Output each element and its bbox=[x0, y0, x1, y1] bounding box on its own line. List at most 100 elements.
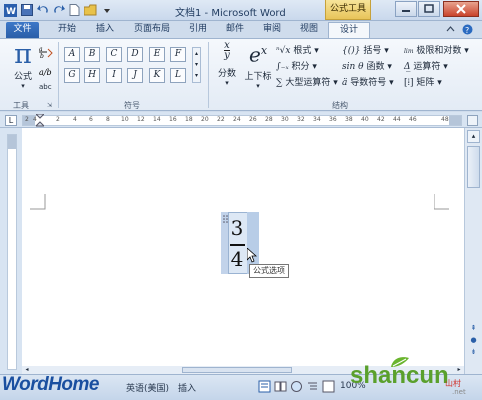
web-layout-icon[interactable] bbox=[290, 380, 303, 396]
script-dropdown-icon: ▾ bbox=[256, 81, 260, 90]
tools-group-label: 工具 bbox=[13, 101, 29, 110]
fraction-label: 分数 bbox=[217, 69, 236, 79]
fraction-denominator[interactable]: 4 bbox=[228, 247, 246, 271]
fraction-bar bbox=[230, 244, 245, 246]
minimize-button[interactable] bbox=[395, 1, 417, 17]
new-document-icon[interactable] bbox=[67, 3, 82, 18]
function-button[interactable]: sin θ 函数 ▾ bbox=[342, 59, 392, 72]
pi-icon: π bbox=[14, 39, 32, 70]
tab-view[interactable]: 视图 bbox=[296, 22, 322, 38]
full-screen-reading-icon[interactable] bbox=[274, 380, 287, 396]
open-folder-icon[interactable] bbox=[83, 3, 98, 18]
print-layout-view-icon[interactable] bbox=[258, 380, 271, 396]
fraction-button[interactable]: xy 分数 ▾ bbox=[214, 41, 240, 89]
symbol-button[interactable]: B bbox=[84, 47, 100, 62]
language-status[interactable]: 英语(美国) bbox=[126, 381, 169, 394]
insert-mode-status[interactable]: 插入 bbox=[178, 381, 196, 394]
symbol-button[interactable]: I bbox=[106, 68, 122, 83]
bracket-button[interactable]: {()} 括号 ▾ bbox=[342, 43, 389, 56]
wordhome-watermark: WordHome bbox=[2, 374, 99, 395]
redo-icon[interactable] bbox=[51, 3, 66, 18]
symbol-button[interactable]: D bbox=[127, 47, 143, 62]
hscroll-thumb[interactable] bbox=[182, 367, 292, 373]
symbol-button[interactable]: J bbox=[127, 68, 143, 83]
tab-home[interactable]: 开始 bbox=[53, 22, 81, 38]
tab-references[interactable]: 引用 bbox=[185, 22, 211, 38]
linear-format-icon[interactable]: a/b bbox=[39, 65, 53, 82]
scroll-thumb[interactable] bbox=[467, 146, 480, 188]
ruler-tick: 6 bbox=[89, 116, 93, 123]
limit-log-button[interactable]: lim 极限和对数 ▾ bbox=[404, 43, 469, 56]
symbols-group-label: 符号 bbox=[124, 101, 140, 110]
symbol-button[interactable]: K bbox=[149, 68, 165, 83]
tab-mailings[interactable]: 邮件 bbox=[222, 22, 248, 38]
script-button[interactable]: ex 上下标 ▾ bbox=[242, 39, 274, 90]
tab-page-layout[interactable]: 页面布局 bbox=[127, 22, 177, 38]
save-icon[interactable] bbox=[19, 3, 34, 18]
symbol-button[interactable]: A bbox=[64, 47, 80, 62]
ruler-tick: 46 bbox=[409, 116, 417, 123]
integral-button[interactable]: ∫₋ₓ 积分 ▾ bbox=[276, 59, 317, 72]
close-button[interactable] bbox=[443, 1, 479, 17]
horizontal-ruler[interactable]: 2 4 2 4 6 8 10 12 14 16 18 20 22 24 26 2… bbox=[22, 113, 462, 127]
tab-design[interactable]: 设计 bbox=[328, 22, 370, 38]
help-icon[interactable]: ? bbox=[462, 24, 473, 38]
radical-button[interactable]: ⁿ√x 根式 ▾ bbox=[276, 43, 319, 56]
tab-file[interactable]: 文件 bbox=[6, 22, 39, 38]
ruler-tick: 42 bbox=[377, 116, 385, 123]
customize-qat-icon[interactable] bbox=[99, 3, 114, 18]
fraction-numerator[interactable]: 3 bbox=[228, 216, 246, 240]
symbol-button[interactable]: E bbox=[149, 47, 165, 62]
draft-view-icon[interactable] bbox=[322, 380, 335, 396]
vertical-scrollbar[interactable]: ▴ ⇞ ● ⇟ bbox=[464, 128, 482, 374]
outline-view-icon[interactable] bbox=[306, 380, 319, 396]
ruler-tick: 2 bbox=[25, 116, 29, 123]
symbol-button[interactable]: F bbox=[170, 47, 186, 62]
accent-icon: ä bbox=[342, 78, 348, 88]
word-app-icon[interactable]: W bbox=[3, 3, 18, 18]
equation-button[interactable]: π 公式 ▾ bbox=[6, 39, 40, 91]
window-title: 文档1 - Microsoft Word bbox=[175, 8, 286, 19]
tab-review[interactable]: 审阅 bbox=[259, 22, 285, 38]
tab-selector-icon[interactable]: L bbox=[5, 115, 17, 126]
tab-insert[interactable]: 插入 bbox=[92, 22, 118, 38]
integral-icon: ∫₋ₓ bbox=[276, 62, 289, 72]
large-operator-button[interactable]: ∑ 大型运算符 ▾ bbox=[276, 75, 338, 88]
previous-page-button[interactable]: ⇞ bbox=[467, 324, 480, 335]
symbol-button[interactable]: H bbox=[84, 68, 100, 83]
ruler-margin-right bbox=[449, 116, 461, 125]
title-bar: W 文档1 - Microsoft Word 公式工具 bbox=[0, 0, 482, 21]
browse-object-button[interactable]: ● bbox=[467, 336, 480, 347]
bracket-icon: {()} bbox=[342, 46, 361, 56]
professional-format-icon[interactable]: ab bbox=[39, 45, 53, 62]
matrix-button[interactable]: [⁞] 矩阵 ▾ bbox=[404, 75, 442, 88]
maximize-button[interactable] bbox=[418, 1, 440, 17]
ribbon-tab-bar: 文件 开始 插入 页面布局 引用 邮件 审阅 视图 设计 ? bbox=[0, 21, 482, 38]
vertical-ruler[interactable] bbox=[0, 128, 22, 374]
tools-dialog-launcher-icon[interactable]: ⇲ bbox=[47, 102, 52, 109]
minimize-ribbon-icon[interactable] bbox=[446, 25, 455, 37]
vertical-ruler-track bbox=[7, 134, 17, 370]
next-page-button[interactable]: ⇟ bbox=[467, 348, 480, 359]
symbol-button[interactable]: G bbox=[64, 68, 80, 83]
ruler-tick: 34 bbox=[313, 116, 321, 123]
normal-text-button[interactable]: abc bbox=[39, 83, 52, 91]
svg-text:?: ? bbox=[465, 26, 469, 35]
accent-button[interactable]: ä 导数符号 ▾ bbox=[342, 75, 394, 88]
scroll-right-button[interactable]: ▸ bbox=[454, 366, 464, 374]
symbol-button[interactable]: L bbox=[170, 68, 186, 83]
ruler-tick: 22 bbox=[217, 116, 225, 123]
view-ruler-toggle[interactable] bbox=[467, 115, 478, 126]
scroll-up-button[interactable]: ▴ bbox=[467, 130, 480, 143]
symbol-gallery-scroll[interactable]: ▴ ▾ ▾ bbox=[192, 47, 201, 83]
operator-button[interactable]: Δ̲ 运算符 ▾ bbox=[404, 59, 448, 72]
symbol-button[interactable]: C bbox=[106, 47, 122, 62]
ruler-tick: 28 bbox=[265, 116, 273, 123]
function-icon: sin θ bbox=[342, 62, 364, 72]
ruler-tick: 10 bbox=[121, 116, 129, 123]
scroll-left-button[interactable]: ◂ bbox=[22, 366, 32, 374]
vruler-margin-top bbox=[8, 135, 16, 149]
svg-text:b: b bbox=[40, 53, 44, 59]
undo-icon[interactable] bbox=[35, 3, 50, 18]
ruler-tick: 16 bbox=[169, 116, 177, 123]
